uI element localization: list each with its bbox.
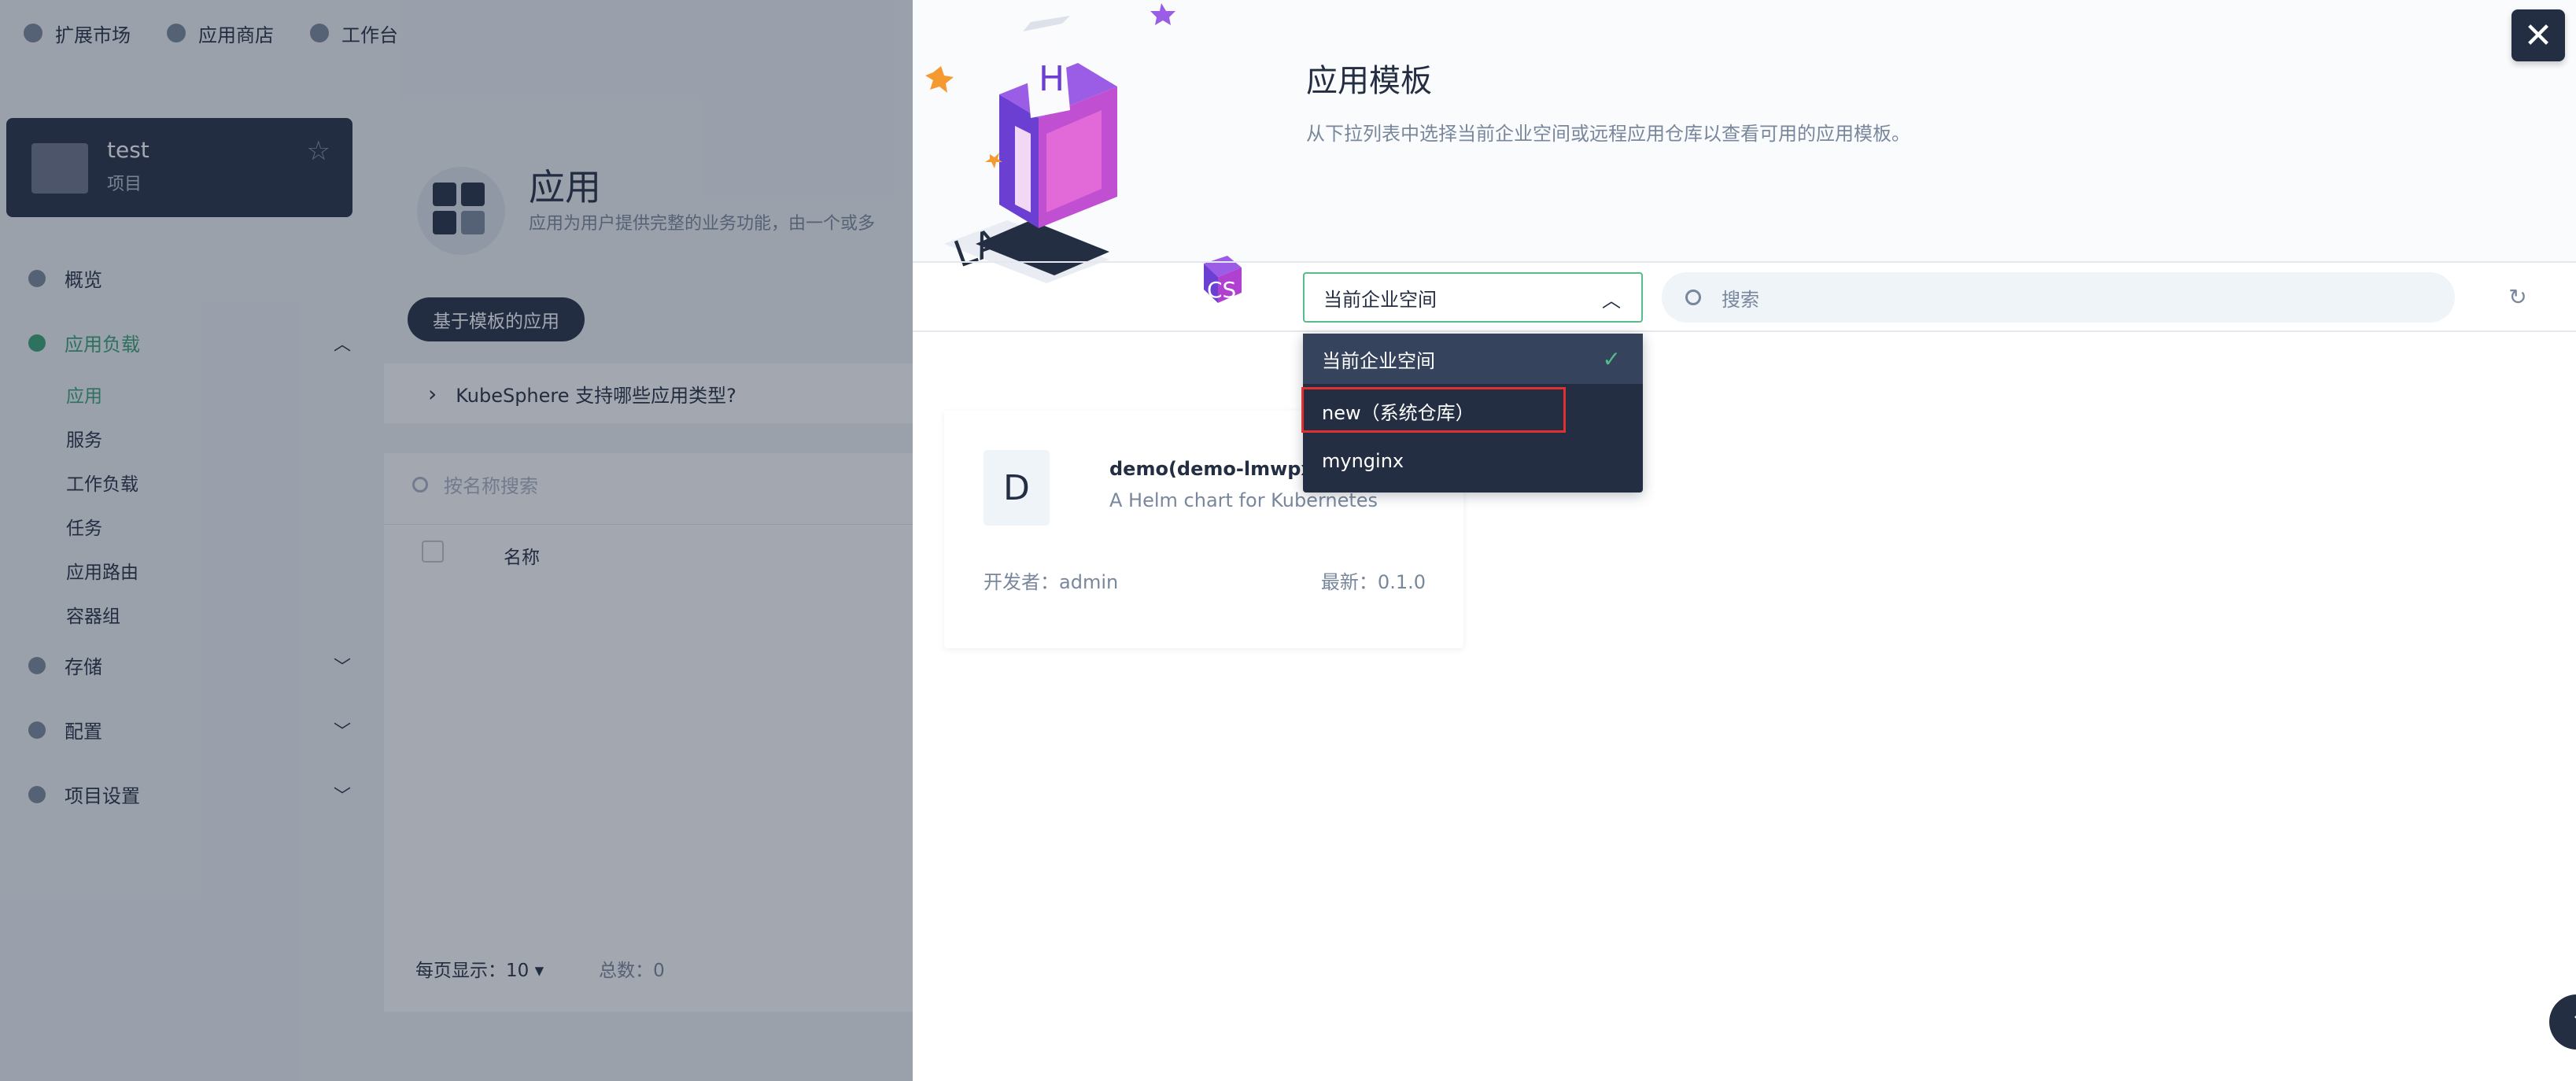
repository-select-value: 当前企业空间: [1323, 288, 1437, 311]
repository-select[interactable]: 当前企业空间 ︿: [1303, 272, 1643, 323]
drawer-description: 从下拉列表中选择当前企业空间或远程应用仓库以查看可用的应用模板。: [1306, 123, 1910, 145]
svg-text:CS: CS: [1207, 277, 1236, 303]
option-label: 当前企业空间: [1322, 349, 1435, 372]
close-icon: ✕: [2523, 15, 2553, 56]
chevron-up-icon: ︿: [1602, 290, 1621, 312]
app-template-drawer: H LA CS 应用模板 从下拉列表中选择当前企业空间或远程应用仓库以查看可用的…: [913, 0, 2576, 1081]
close-drawer-button[interactable]: ✕: [2511, 9, 2565, 61]
repository-option-current-workspace[interactable]: 当前企业空间 ✓: [1303, 334, 1643, 384]
lamp-illustration: H LA CS: [925, 3, 1242, 303]
template-search-input[interactable]: 搜索: [1662, 272, 2455, 323]
modal-overlay[interactable]: [0, 0, 913, 1081]
repository-dropdown-menu: 当前企业空间 ✓ new（系统仓库） mynginx: [1301, 334, 1643, 493]
option-label: new（系统仓库）: [1322, 401, 1474, 424]
refresh-icon[interactable]: ↻: [2505, 285, 2530, 310]
check-icon: ✓: [1602, 345, 1621, 372]
app-avatar: D: [984, 450, 1050, 526]
option-label: mynginx: [1322, 450, 1404, 472]
arrow-up-icon: ⌃: [2570, 1009, 2576, 1036]
app-developer: 开发者：admin: [984, 571, 1119, 593]
app-name: demo(demo-lmwpx): [1109, 458, 1322, 480]
divider: [913, 261, 2576, 263]
template-search-placeholder: 搜索: [1722, 288, 1759, 311]
search-icon: [1685, 290, 1701, 305]
svg-text:H: H: [1039, 59, 1065, 99]
drawer-title: 应用模板: [1306, 63, 1432, 99]
repository-option-new[interactable]: new（系统仓库）: [1303, 386, 1643, 436]
repository-option-mynginx[interactable]: mynginx: [1303, 436, 1643, 486]
app-latest-version: 最新：0.1.0: [1320, 571, 1426, 593]
divider: [913, 330, 2576, 332]
app-description: A Helm chart for Kubernetes: [1109, 489, 1378, 511]
